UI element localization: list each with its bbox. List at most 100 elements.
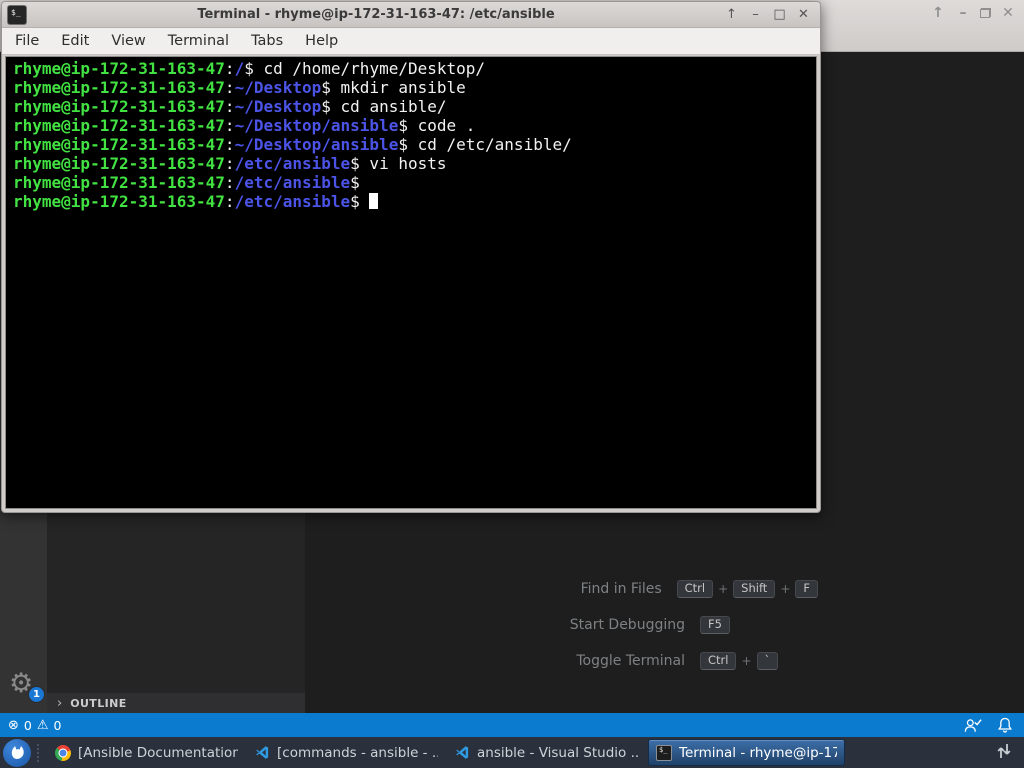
warning-count: 0 (53, 717, 62, 733)
prompt-separator: : (224, 116, 235, 135)
chevron-right-icon: › (57, 695, 63, 711)
terminal-line: rhyme@ip-172-31-163-47:/etc/ansible$ vi … (13, 154, 816, 173)
notifications-bell-icon[interactable] (998, 717, 1012, 733)
terminal-title: Terminal - rhyme@ip-172-31-163-47: /etc/… (197, 7, 555, 22)
terminal-icon: $_ (656, 744, 672, 761)
prompt-symbol: $ (398, 116, 408, 135)
prompt-symbol: $ (350, 154, 360, 173)
taskbar-button-active[interactable]: $_ Terminal - rhyme@ip-17... (648, 739, 845, 766)
prompt-separator: : (224, 59, 235, 78)
keycap: ` (756, 651, 779, 671)
prompt-user: rhyme@ip-172-31-163-47 (13, 135, 225, 154)
terminal-app-icon: $_ (7, 4, 27, 25)
command-text: code . (407, 116, 476, 135)
taskbar-button[interactable]: ansible - Visual Studio ... (448, 739, 645, 766)
prompt-user: rhyme@ip-172-31-163-47 (13, 173, 225, 192)
shortcut-row: Start Debugging F5 (548, 607, 818, 643)
prompt-user: rhyme@ip-172-31-163-47 (13, 97, 225, 116)
terminal-screen[interactable]: rhyme@ip-172-31-163-47:/$ cd /home/rhyme… (5, 56, 817, 509)
keycap: Ctrl (676, 579, 714, 599)
vscode-icon (255, 745, 270, 760)
prompt-separator: : (224, 154, 235, 173)
taskbar-button-title: ansible - Visual Studio ... (477, 744, 638, 761)
prompt-separator: : (224, 97, 235, 116)
vscode-close-icon[interactable]: ✕ (1000, 5, 1016, 21)
terminal-line: rhyme@ip-172-31-163-47:~/Desktop/ansible… (13, 135, 816, 154)
prompt-path: ~/Desktop/ansible (234, 116, 399, 135)
prompt-symbol: $ (321, 78, 331, 97)
menu-terminal[interactable]: Terminal (157, 28, 240, 55)
prompt-path: ~/Desktop (234, 97, 322, 116)
prompt-separator: : (224, 78, 235, 97)
command-text: cd /etc/ansible/ (407, 135, 572, 154)
prompt-user: rhyme@ip-172-31-163-47 (13, 154, 225, 173)
prompt-separator: : (224, 173, 235, 192)
prompt-symbol: $ (321, 97, 331, 116)
welcome-shortcuts: Find in Files Ctrl + Shift + F Start Debugging… (548, 571, 818, 679)
vscode-restore-icon[interactable] (980, 8, 991, 18)
taskbar-button[interactable]: [Ansible Documentation... (48, 739, 245, 766)
prompt-separator: : (224, 135, 235, 154)
desktop: ↑ – ✕ ⚙ 1 › OUTLINE Find in Files Ctrl + Sh… (0, 0, 1024, 768)
prompt-user: rhyme@ip-172-31-163-47 (13, 116, 225, 135)
prompt-symbol: $ (350, 173, 360, 192)
terminal-window: $_ Terminal - rhyme@ip-172-31-163-47: /e… (1, 1, 821, 513)
shortcut-keys: F5 (700, 615, 818, 635)
keycap: F5 (700, 615, 730, 635)
vscode-window-controls: ↑ – ✕ (930, 5, 1016, 21)
network-activity-icon[interactable] (996, 742, 1012, 764)
terminal-rollup-icon[interactable]: ↑ (725, 7, 738, 22)
prompt-path: /etc/ansible (234, 154, 351, 173)
shortcut-label[interactable]: Toggle Terminal (548, 653, 685, 669)
error-count: 0 (23, 717, 32, 733)
menu-edit[interactable]: Edit (50, 28, 100, 55)
warning-icon: ⚠ (36, 717, 49, 733)
menu-tabs[interactable]: Tabs (240, 28, 294, 55)
vscode-rollup-icon[interactable]: ↑ (930, 5, 946, 21)
problems-indicator[interactable]: ⊗ 0 ⚠ 0 (8, 718, 61, 733)
keycap: Ctrl (700, 651, 737, 671)
shortcut-keys: Ctrl + ` (700, 651, 818, 671)
feedback-icon[interactable] (964, 718, 982, 733)
prompt-path: ~/Desktop/ansible (234, 135, 399, 154)
command-text: vi hosts (359, 154, 447, 173)
shortcut-keys: Ctrl + Shift + F (676, 579, 818, 599)
vscode-minimize-icon[interactable]: – (955, 5, 971, 21)
xfce-mouse-icon (11, 745, 24, 759)
plus-separator: + (741, 654, 752, 668)
prompt-symbol: $ (398, 135, 408, 154)
prompt-path: / (234, 59, 245, 78)
menu-view[interactable]: View (100, 28, 156, 55)
taskbar-separator (37, 743, 42, 762)
outline-section-header[interactable]: › OUTLINE (47, 693, 305, 713)
terminal-titlebar[interactable]: $_ Terminal - rhyme@ip-172-31-163-47: /e… (2, 2, 820, 28)
command-text: cd ansible/ (330, 97, 447, 116)
taskbar-button-title: Terminal - rhyme@ip-17... (679, 744, 837, 761)
prompt-user: rhyme@ip-172-31-163-47 (13, 59, 225, 78)
menu-file[interactable]: File (4, 28, 50, 55)
chrome-icon (55, 744, 71, 761)
applications-menu-button[interactable] (3, 738, 31, 767)
prompt-symbol: $ (350, 192, 360, 211)
shortcut-label[interactable]: Find in Files (548, 581, 662, 597)
terminal-cursor (368, 193, 378, 209)
taskbar-button[interactable]: [commands - ansible - ... (248, 739, 445, 766)
prompt-path: /etc/ansible (234, 173, 351, 192)
shortcut-label[interactable]: Start Debugging (548, 617, 685, 633)
vscode-icon (455, 745, 470, 760)
terminal-minimize-icon[interactable]: – (749, 7, 762, 22)
prompt-separator: : (224, 192, 235, 211)
shortcut-row: Toggle Terminal Ctrl + ` (548, 643, 818, 679)
manage-gear-button[interactable]: ⚙ 1 (9, 669, 45, 703)
terminal-maximize-icon[interactable]: □ (773, 7, 786, 22)
terminal-close-icon[interactable]: ✕ (797, 7, 810, 22)
shortcut-row: Find in Files Ctrl + Shift + F (548, 571, 818, 607)
command-text: mkdir ansible (330, 78, 466, 97)
plus-separator: + (718, 582, 729, 596)
menu-help[interactable]: Help (294, 28, 349, 55)
terminal-line: rhyme@ip-172-31-163-47:/etc/ansible$ (13, 173, 816, 192)
keycap: Shift (733, 579, 776, 599)
error-icon: ⊗ (8, 717, 19, 733)
prompt-path: ~/Desktop (234, 78, 322, 97)
terminal-line: rhyme@ip-172-31-163-47:/$ cd /home/rhyme… (13, 59, 816, 78)
